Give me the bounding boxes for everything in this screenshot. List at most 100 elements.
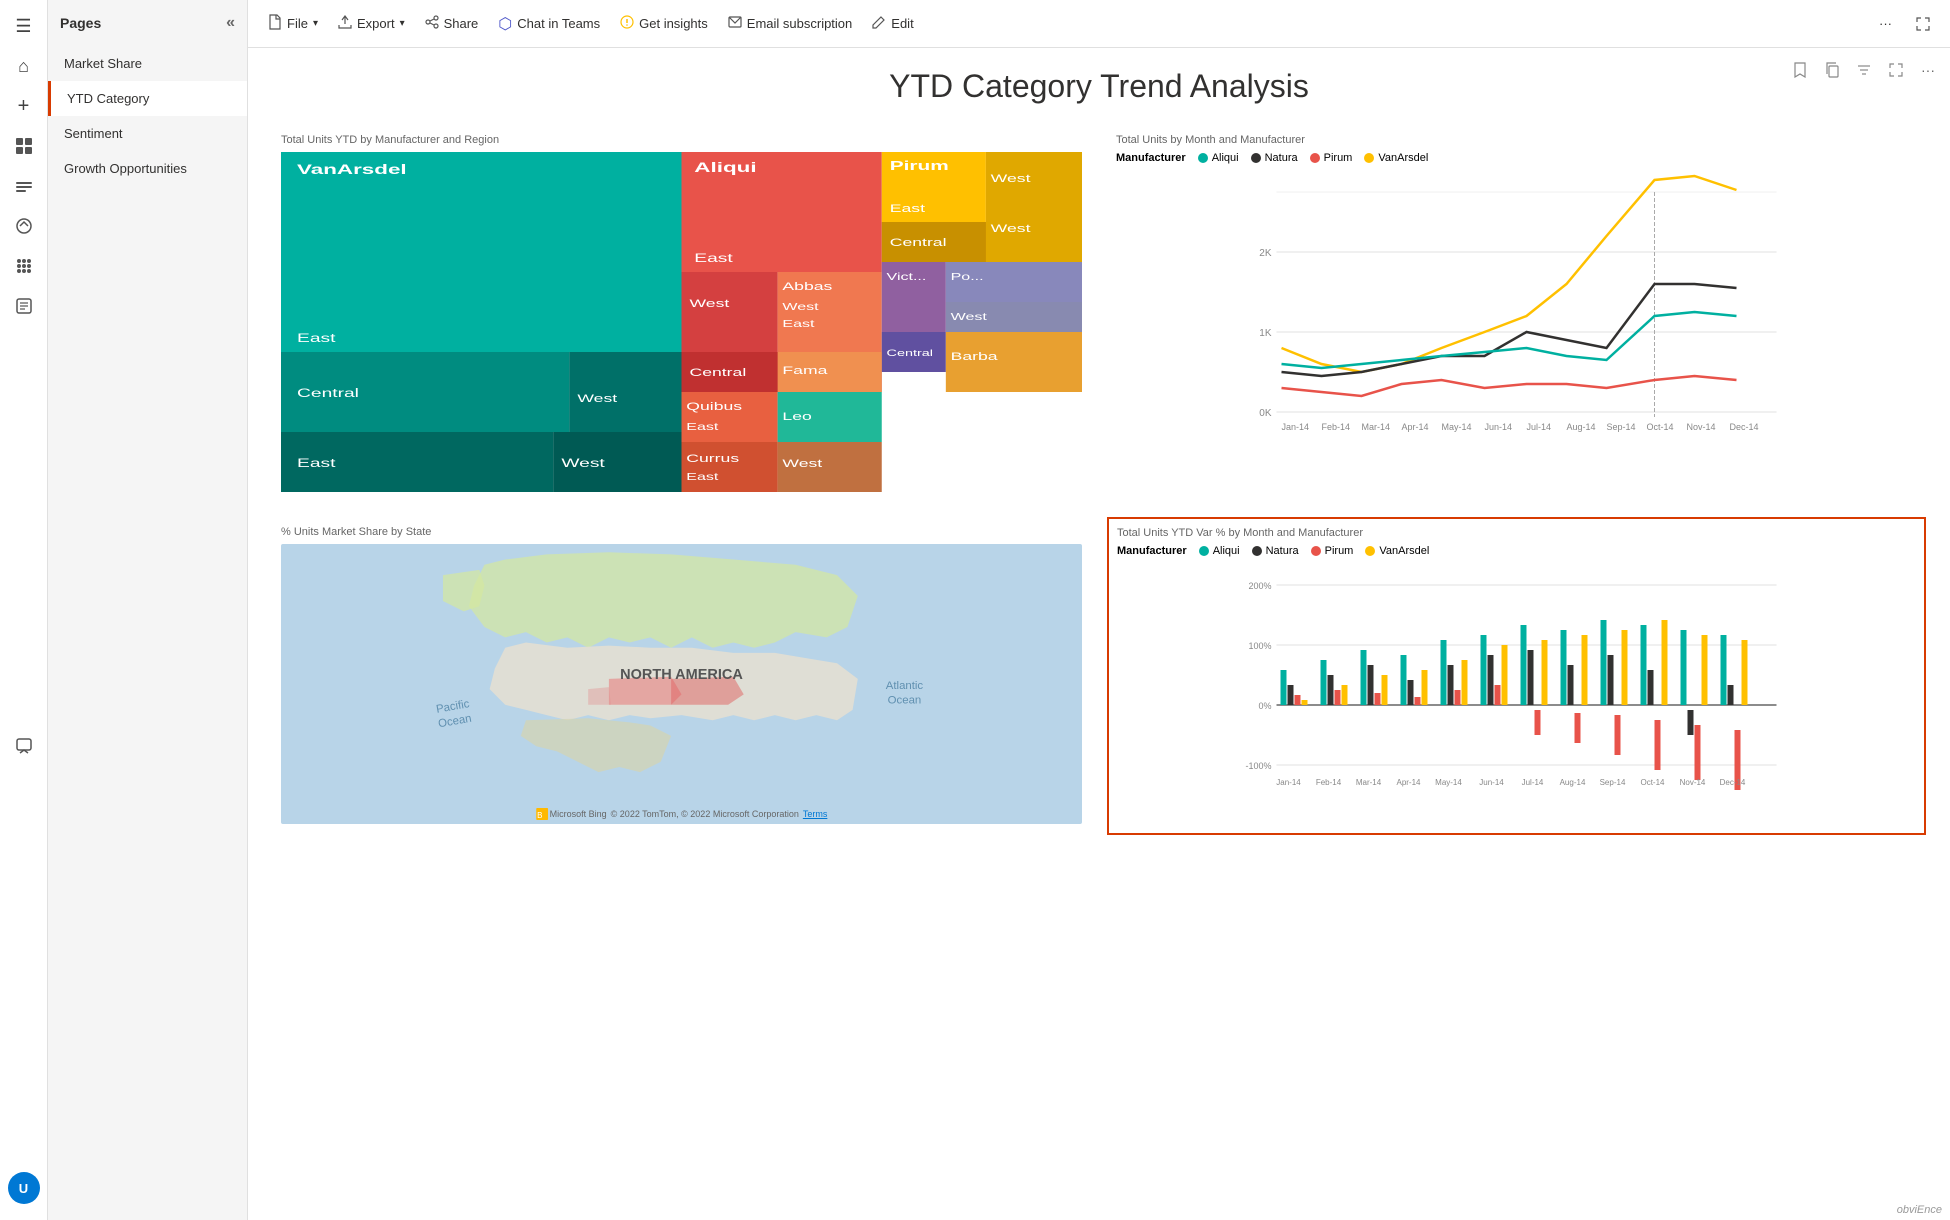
page-more-icon[interactable]: ··· xyxy=(1914,56,1942,84)
chat-in-teams-button[interactable]: ⬡ Chat in Teams xyxy=(490,9,608,39)
svg-text:-100%: -100% xyxy=(1245,761,1271,771)
svg-text:NORTH AMERICA: NORTH AMERICA xyxy=(620,667,743,683)
pages-sidebar: Pages « Market Share YTD Category Sentim… xyxy=(48,0,248,1220)
map-container: % Units Market Share by State xyxy=(272,517,1091,835)
natura-dot xyxy=(1251,153,1261,163)
toolbar: File ▾ Export ▾ xyxy=(248,0,1950,48)
bing-logo: B Microsoft Bing xyxy=(536,808,607,820)
svg-text:West: West xyxy=(782,458,822,470)
get-insights-button[interactable]: Get insights xyxy=(612,10,716,37)
svg-text:East: East xyxy=(297,332,336,345)
expand-button[interactable] xyxy=(1908,12,1938,36)
svg-text:VanArsdel: VanArsdel xyxy=(297,161,407,177)
line-chart-container: Total Units by Month and Manufacturer Ma… xyxy=(1107,125,1926,501)
sidebar-item-sentiment[interactable]: Sentiment xyxy=(48,116,247,151)
svg-text:Nov-14: Nov-14 xyxy=(1680,778,1706,787)
svg-text:West: West xyxy=(951,311,988,322)
svg-text:Leo: Leo xyxy=(782,411,811,423)
svg-text:Aug-14: Aug-14 xyxy=(1560,778,1586,787)
svg-text:Oct-14: Oct-14 xyxy=(1640,778,1665,787)
svg-text:Pirum: Pirum xyxy=(890,158,949,173)
svg-text:B: B xyxy=(537,811,542,820)
file-icon xyxy=(268,14,282,34)
svg-text:2K: 2K xyxy=(1259,248,1272,259)
page-area: ··· YTD Category Trend Analysis Total Un… xyxy=(248,48,1950,1220)
bar-chart-legend: Manufacturer Aliqui Natura Pirum xyxy=(1117,545,1916,557)
legend-pirum: Pirum xyxy=(1310,152,1353,164)
more-button[interactable]: ··· xyxy=(1871,11,1900,36)
legend-natura: Natura xyxy=(1251,152,1298,164)
svg-text:Quibus: Quibus xyxy=(686,401,742,413)
filter-icon[interactable] xyxy=(1850,56,1878,84)
map[interactable]: Pacific Ocean Atlantic Ocean NORTH AMERI… xyxy=(281,544,1082,824)
svg-text:1K: 1K xyxy=(1259,328,1272,339)
svg-text:Mar-14: Mar-14 xyxy=(1356,778,1382,787)
svg-text:Aliqui: Aliqui xyxy=(694,159,756,175)
line-chart-title: Total Units by Month and Manufacturer xyxy=(1116,134,1917,146)
bar-legend-natura: Natura xyxy=(1252,545,1299,557)
terms-link[interactable]: Terms xyxy=(803,809,828,819)
svg-text:Aug-14: Aug-14 xyxy=(1567,422,1596,432)
svg-text:Abbas: Abbas xyxy=(782,281,832,293)
share-icon xyxy=(425,15,439,32)
fullscreen-icon[interactable] xyxy=(1882,56,1910,84)
map-svg: Pacific Ocean Atlantic Ocean NORTH AMERI… xyxy=(281,544,1082,824)
svg-text:West: West xyxy=(991,223,1031,235)
svg-text:Currus: Currus xyxy=(686,453,739,465)
svg-text:Vict...: Vict... xyxy=(887,271,927,282)
browse-icon[interactable] xyxy=(6,128,42,164)
home-icon[interactable]: ⌂ xyxy=(6,48,42,84)
bar-chart-container: Total Units YTD Var % by Month and Manuf… xyxy=(1107,517,1926,835)
svg-text:East: East xyxy=(686,421,718,432)
apps-icon[interactable] xyxy=(6,248,42,284)
svg-text:Jul-14: Jul-14 xyxy=(1522,778,1544,787)
svg-text:100%: 100% xyxy=(1248,641,1271,651)
metrics-icon[interactable] xyxy=(6,208,42,244)
line-chart[interactable]: Manufacturer Aliqui Natura Pirum xyxy=(1116,152,1917,492)
learn-icon[interactable] xyxy=(6,288,42,324)
svg-text:200%: 200% xyxy=(1248,581,1271,591)
legend-vanarsdel: VanArsdel xyxy=(1364,152,1428,164)
hamburger-icon[interactable]: ☰ xyxy=(6,8,42,44)
svg-text:Sep-14: Sep-14 xyxy=(1607,422,1636,432)
map-title: % Units Market Share by State xyxy=(281,526,1082,538)
svg-text:Nov-14: Nov-14 xyxy=(1687,422,1716,432)
data-icon[interactable] xyxy=(6,168,42,204)
qa-icon[interactable] xyxy=(6,728,42,764)
svg-text:Sep-14: Sep-14 xyxy=(1600,778,1626,787)
avatar[interactable]: U xyxy=(8,1172,40,1204)
svg-text:Barba: Barba xyxy=(951,351,999,363)
line-chart-legend: Manufacturer Aliqui Natura Pirum xyxy=(1116,152,1917,164)
bookmark-icon[interactable] xyxy=(1786,56,1814,84)
sidebar-item-growth-opportunities[interactable]: Growth Opportunities xyxy=(48,151,247,186)
svg-text:May-14: May-14 xyxy=(1435,778,1462,787)
sidebar-item-market-share[interactable]: Market Share xyxy=(48,46,247,81)
svg-text:Dec-14: Dec-14 xyxy=(1730,422,1759,432)
file-chevron-icon: ▾ xyxy=(313,18,318,29)
export-button[interactable]: Export ▾ xyxy=(330,10,413,37)
copy-icon[interactable] xyxy=(1818,56,1846,84)
svg-text:East: East xyxy=(782,318,814,329)
treemap-container: Total Units YTD by Manufacturer and Regi… xyxy=(272,125,1091,501)
file-button[interactable]: File ▾ xyxy=(260,9,326,39)
svg-text:0%: 0% xyxy=(1258,701,1271,711)
add-icon[interactable]: + xyxy=(6,88,42,124)
svg-text:Dec-14: Dec-14 xyxy=(1720,778,1746,787)
treemap[interactable]: VanArsdel East Central West East West xyxy=(281,152,1082,492)
collapse-sidebar-button[interactable]: « xyxy=(226,14,235,32)
share-button[interactable]: Share xyxy=(417,10,487,37)
manufacturer-label: Manufacturer xyxy=(1116,152,1186,164)
svg-text:West: West xyxy=(991,173,1031,185)
edit-icon xyxy=(872,15,886,32)
bar-legend-vanarsdel: VanArsdel xyxy=(1365,545,1429,557)
bar-chart[interactable]: Manufacturer Aliqui Natura Pirum xyxy=(1117,545,1916,825)
svg-text:Po...: Po... xyxy=(951,271,984,282)
svg-text:Central: Central xyxy=(297,387,359,400)
sidebar-item-ytd-category[interactable]: YTD Category xyxy=(48,81,247,116)
email-subscription-button[interactable]: Email subscription xyxy=(720,11,861,36)
bar-chart-svg: 200% 100% 0% -100% xyxy=(1117,565,1916,805)
pages-title: Pages xyxy=(60,15,101,31)
right-toolbar: ··· xyxy=(1786,56,1942,84)
export-chevron-icon: ▾ xyxy=(400,18,405,29)
edit-button[interactable]: Edit xyxy=(864,10,921,37)
